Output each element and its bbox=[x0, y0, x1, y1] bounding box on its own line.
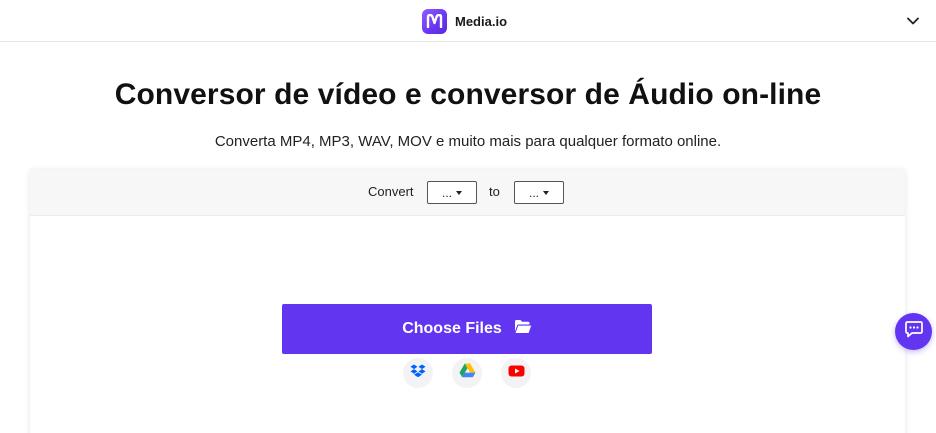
youtube-source-button[interactable] bbox=[501, 358, 531, 388]
brand-name: Media.io bbox=[455, 13, 508, 29]
from-format-value: ... bbox=[441, 185, 452, 200]
to-format-select[interactable]: ... bbox=[514, 181, 564, 204]
chevron-down-icon[interactable] bbox=[905, 13, 921, 29]
media-io-logo-icon bbox=[422, 8, 447, 34]
to-label: to bbox=[489, 184, 500, 199]
converter-card: Convert ... to ... Choose Files bbox=[30, 170, 905, 433]
convert-label: Convert bbox=[368, 184, 414, 199]
page-subtitle: Converta MP4, MP3, WAV, MOV e muito mais… bbox=[214, 133, 722, 150]
google-drive-source-button[interactable] bbox=[452, 358, 482, 388]
google-drive-icon bbox=[459, 363, 476, 383]
dropbox-source-button[interactable] bbox=[403, 358, 433, 388]
chat-button[interactable] bbox=[895, 313, 932, 350]
page-title: Conversor de vídeo e conversor de Áudio … bbox=[114, 78, 822, 111]
folder-open-icon bbox=[514, 319, 532, 339]
chat-icon bbox=[904, 320, 923, 343]
caret-down-icon bbox=[543, 190, 549, 195]
to-format-value: ... bbox=[528, 185, 539, 200]
youtube-icon bbox=[508, 364, 525, 382]
choose-files-label: Choose Files bbox=[402, 320, 502, 337]
format-bar: Convert ... to ... bbox=[30, 170, 905, 216]
dropbox-icon bbox=[410, 364, 426, 383]
caret-down-icon bbox=[456, 190, 462, 195]
brand-link[interactable]: Media.io bbox=[422, 8, 507, 34]
from-format-select[interactable]: ... bbox=[427, 181, 477, 204]
top-header: Media.io bbox=[0, 0, 936, 42]
choose-files-button[interactable]: Choose Files bbox=[282, 304, 652, 354]
